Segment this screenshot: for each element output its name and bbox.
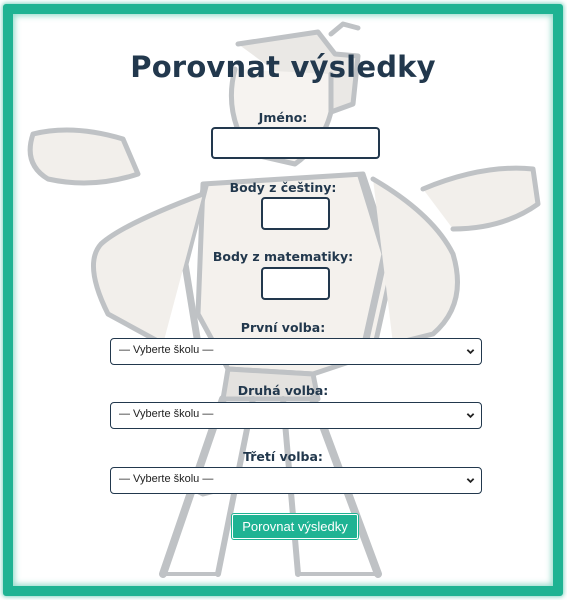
page-frame: Porovnat výsledky Jméno: Body z češtiny:…: [0, 0, 567, 600]
math-points-label: Body z matematiky:: [212, 249, 354, 264]
compare-results-button[interactable]: Porovnat výsledky: [232, 514, 358, 539]
third-choice-label: Třetí volba:: [243, 449, 323, 464]
first-choice-select[interactable]: — Vyberte školu —: [110, 338, 482, 365]
czech-points-input[interactable]: [261, 197, 330, 230]
second-choice-label: Druhá volba:: [237, 383, 329, 398]
chevron-down-icon: [466, 413, 475, 419]
page-title: Porovnat výsledky: [130, 50, 436, 84]
chevron-down-icon: [466, 349, 475, 355]
form-card: Porovnat výsledky Jméno: Body z češtiny:…: [3, 4, 563, 596]
third-choice-select[interactable]: — Vyberte školu —: [110, 467, 482, 494]
name-input[interactable]: [211, 127, 380, 159]
chevron-down-icon: [466, 478, 475, 484]
math-points-input[interactable]: [261, 267, 330, 300]
name-label: Jméno:: [258, 110, 308, 125]
second-choice-select[interactable]: — Vyberte školu —: [110, 402, 482, 429]
compare-form: Porovnat výsledky Jméno: Body z češtiny:…: [13, 14, 553, 586]
first-choice-label: První volba:: [240, 320, 326, 335]
second-choice-value: — Vyberte školu —: [119, 408, 214, 420]
czech-points-label: Body z češtiny:: [229, 180, 337, 195]
third-choice-value: — Vyberte školu —: [119, 473, 214, 485]
first-choice-value: — Vyberte školu —: [119, 344, 214, 356]
